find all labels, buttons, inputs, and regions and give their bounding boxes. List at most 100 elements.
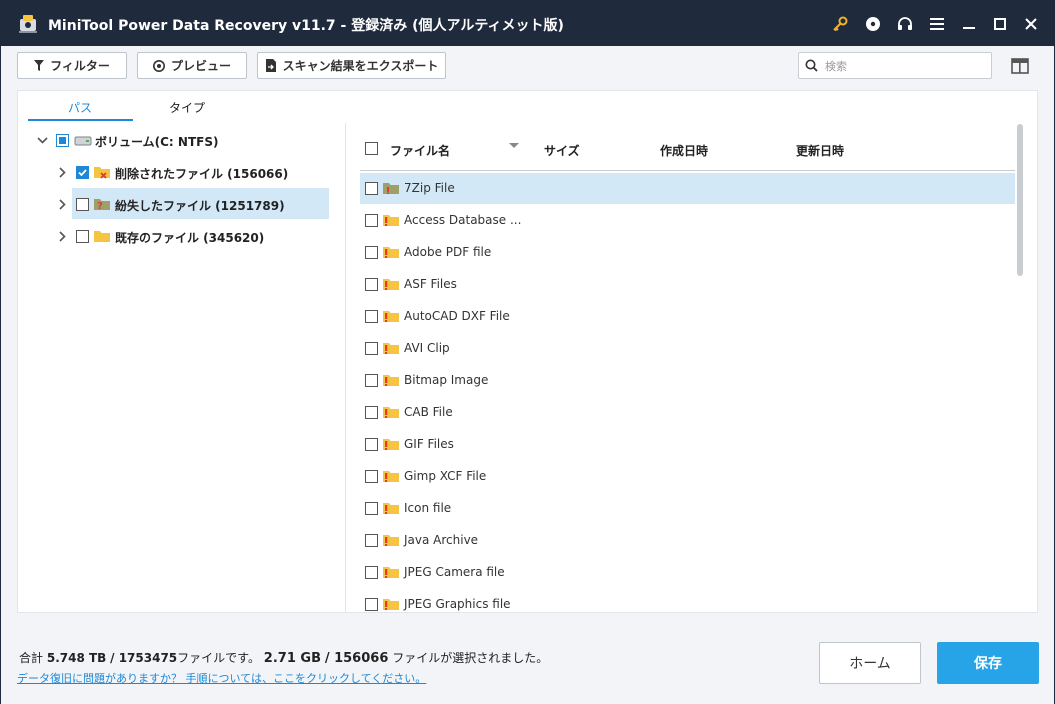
file-row-checkbox[interactable]	[365, 470, 378, 483]
active-tab-indicator	[28, 119, 133, 121]
warning-folder-icon	[383, 407, 399, 418]
column-name[interactable]: ファイル名	[390, 142, 450, 159]
file-row-checkbox[interactable]	[365, 246, 378, 259]
file-row-name: JPEG Graphics file	[404, 597, 511, 611]
search-input[interactable]	[825, 57, 985, 75]
warning-folder-icon	[383, 215, 399, 226]
file-row[interactable]: Java Archive	[360, 525, 1015, 556]
file-list-header: ファイル名 サイズ 作成日時 更新日時	[360, 135, 1015, 171]
lost-folder-icon: ?	[94, 199, 110, 212]
pane-divider[interactable]	[345, 123, 346, 613]
footer: 合計 5.748 TB / 1753475ファイルです。 2.71 GB / 1…	[1, 625, 1054, 704]
tree-item-checkbox[interactable]	[76, 230, 89, 243]
warning-folder-icon	[383, 279, 399, 290]
file-row[interactable]: Adobe PDF file	[360, 237, 1015, 268]
file-row-checkbox[interactable]	[365, 342, 378, 355]
tree-root[interactable]: ボリューム(C: NTFS)	[18, 125, 345, 155]
file-row-checkbox[interactable]	[365, 502, 378, 515]
file-row-checkbox[interactable]	[365, 278, 378, 291]
file-row[interactable]: Access Database ...	[360, 205, 1015, 236]
file-row[interactable]: Icon file	[360, 493, 1015, 524]
file-row-checkbox[interactable]	[365, 182, 378, 195]
search-icon	[805, 59, 818, 75]
warning-folder-icon	[383, 599, 399, 610]
file-row[interactable]: ASF Files	[360, 269, 1015, 300]
file-row-name: GIF Files	[404, 437, 454, 451]
warning-folder-icon	[383, 439, 399, 450]
file-row[interactable]: CAB File	[360, 397, 1015, 428]
export-button[interactable]: スキャン結果をエクスポート	[257, 52, 446, 79]
menu-icon[interactable]	[927, 14, 947, 34]
tree-item-checkbox[interactable]	[76, 198, 89, 211]
eye-icon	[152, 59, 165, 72]
file-row[interactable]: JPEG Graphics file	[360, 589, 1015, 620]
column-created[interactable]: 作成日時	[660, 142, 708, 159]
preview-button[interactable]: プレビュー	[137, 52, 247, 79]
file-row-checkbox[interactable]	[365, 438, 378, 451]
file-row-name: AVI Clip	[404, 341, 450, 355]
filter-button[interactable]: フィルター	[17, 52, 127, 79]
selected-files: 156066	[334, 651, 389, 666]
file-row-name: CAB File	[404, 405, 453, 419]
maximize-icon[interactable]	[990, 14, 1010, 34]
file-row-checkbox[interactable]	[365, 534, 378, 547]
tab-type[interactable]: タイプ	[169, 99, 205, 116]
tree-item-existing[interactable]: 既存のファイル (345620)	[18, 221, 345, 251]
vertical-scrollbar[interactable]	[1017, 124, 1023, 276]
select-all-checkbox[interactable]	[365, 142, 378, 155]
headset-icon[interactable]	[895, 14, 915, 34]
preview-label: プレビュー	[170, 59, 231, 73]
filter-label: フィルター	[50, 59, 110, 73]
file-row[interactable]: AVI Clip	[360, 333, 1015, 364]
disc-icon[interactable]	[863, 14, 883, 34]
file-row[interactable]: AutoCAD DXF File	[360, 301, 1015, 332]
chevron-right-icon[interactable]	[56, 198, 68, 210]
sort-down-icon[interactable]	[509, 143, 519, 148]
file-row-checkbox[interactable]	[365, 310, 378, 323]
file-row[interactable]: JPEG Camera file	[360, 557, 1015, 588]
file-row-checkbox[interactable]	[365, 406, 378, 419]
file-row-name: Java Archive	[404, 533, 479, 547]
folder-icon	[94, 231, 110, 242]
file-row-checkbox[interactable]	[365, 214, 378, 227]
app-logo-icon	[19, 15, 37, 33]
file-row-name: Adobe PDF file	[404, 245, 492, 259]
tree-item-label: 既存のファイル (345620)	[115, 231, 265, 245]
minimize-icon[interactable]	[959, 14, 979, 34]
total-size: 5.748 TB	[46, 651, 107, 665]
file-row[interactable]: Bitmap Image	[360, 365, 1015, 396]
file-row-name: Icon file	[404, 501, 452, 515]
layout-toggle-icon[interactable]	[1011, 57, 1029, 75]
chevron-down-icon[interactable]	[36, 134, 48, 146]
file-row-name: Bitmap Image	[404, 373, 489, 387]
close-icon[interactable]	[1021, 14, 1041, 34]
key-icon[interactable]	[830, 14, 850, 34]
file-row[interactable]: GIF Files	[360, 429, 1015, 460]
file-row[interactable]: Gimp XCF File	[360, 461, 1015, 492]
warning-folder-icon	[383, 567, 399, 578]
file-row[interactable]: 7Zip File	[360, 173, 1015, 204]
column-modified[interactable]: 更新日時	[796, 142, 844, 159]
warning-folder-icon	[383, 503, 399, 514]
file-row-checkbox[interactable]	[365, 566, 378, 579]
file-row-checkbox[interactable]	[365, 598, 378, 611]
chevron-right-icon[interactable]	[56, 230, 68, 242]
tree-item-checkbox[interactable]	[76, 166, 89, 179]
save-button[interactable]: 保存	[937, 642, 1039, 684]
tree-root-checkbox[interactable]	[56, 134, 69, 147]
chevron-right-icon[interactable]	[56, 166, 68, 178]
file-row-name: JPEG Camera file	[404, 565, 505, 579]
tree-item-deleted[interactable]: 削除されたファイル (156066)	[18, 157, 345, 187]
tab-path[interactable]: パス	[68, 99, 92, 116]
selected-suffix: ファイルが選択されました。	[392, 651, 549, 665]
column-size[interactable]: サイズ	[544, 142, 580, 159]
tree-item-lost[interactable]: ? 紛失したファイル (1251789)	[18, 188, 345, 219]
file-row-name: Gimp XCF File	[404, 469, 487, 483]
window-title: MiniTool Power Data Recovery v11.7 - 登録済…	[48, 18, 564, 34]
tree-item-label: 紛失したファイル (1251789)	[115, 199, 285, 213]
export-label: スキャン結果をエクスポート	[282, 59, 439, 73]
help-link[interactable]: データ復旧に問題がありますか？ 手順については、ここをクリックしてください。	[17, 670, 426, 686]
file-row-checkbox[interactable]	[365, 374, 378, 387]
files-suffix: ファイルです。	[177, 651, 260, 665]
home-button[interactable]: ホーム	[819, 642, 921, 684]
